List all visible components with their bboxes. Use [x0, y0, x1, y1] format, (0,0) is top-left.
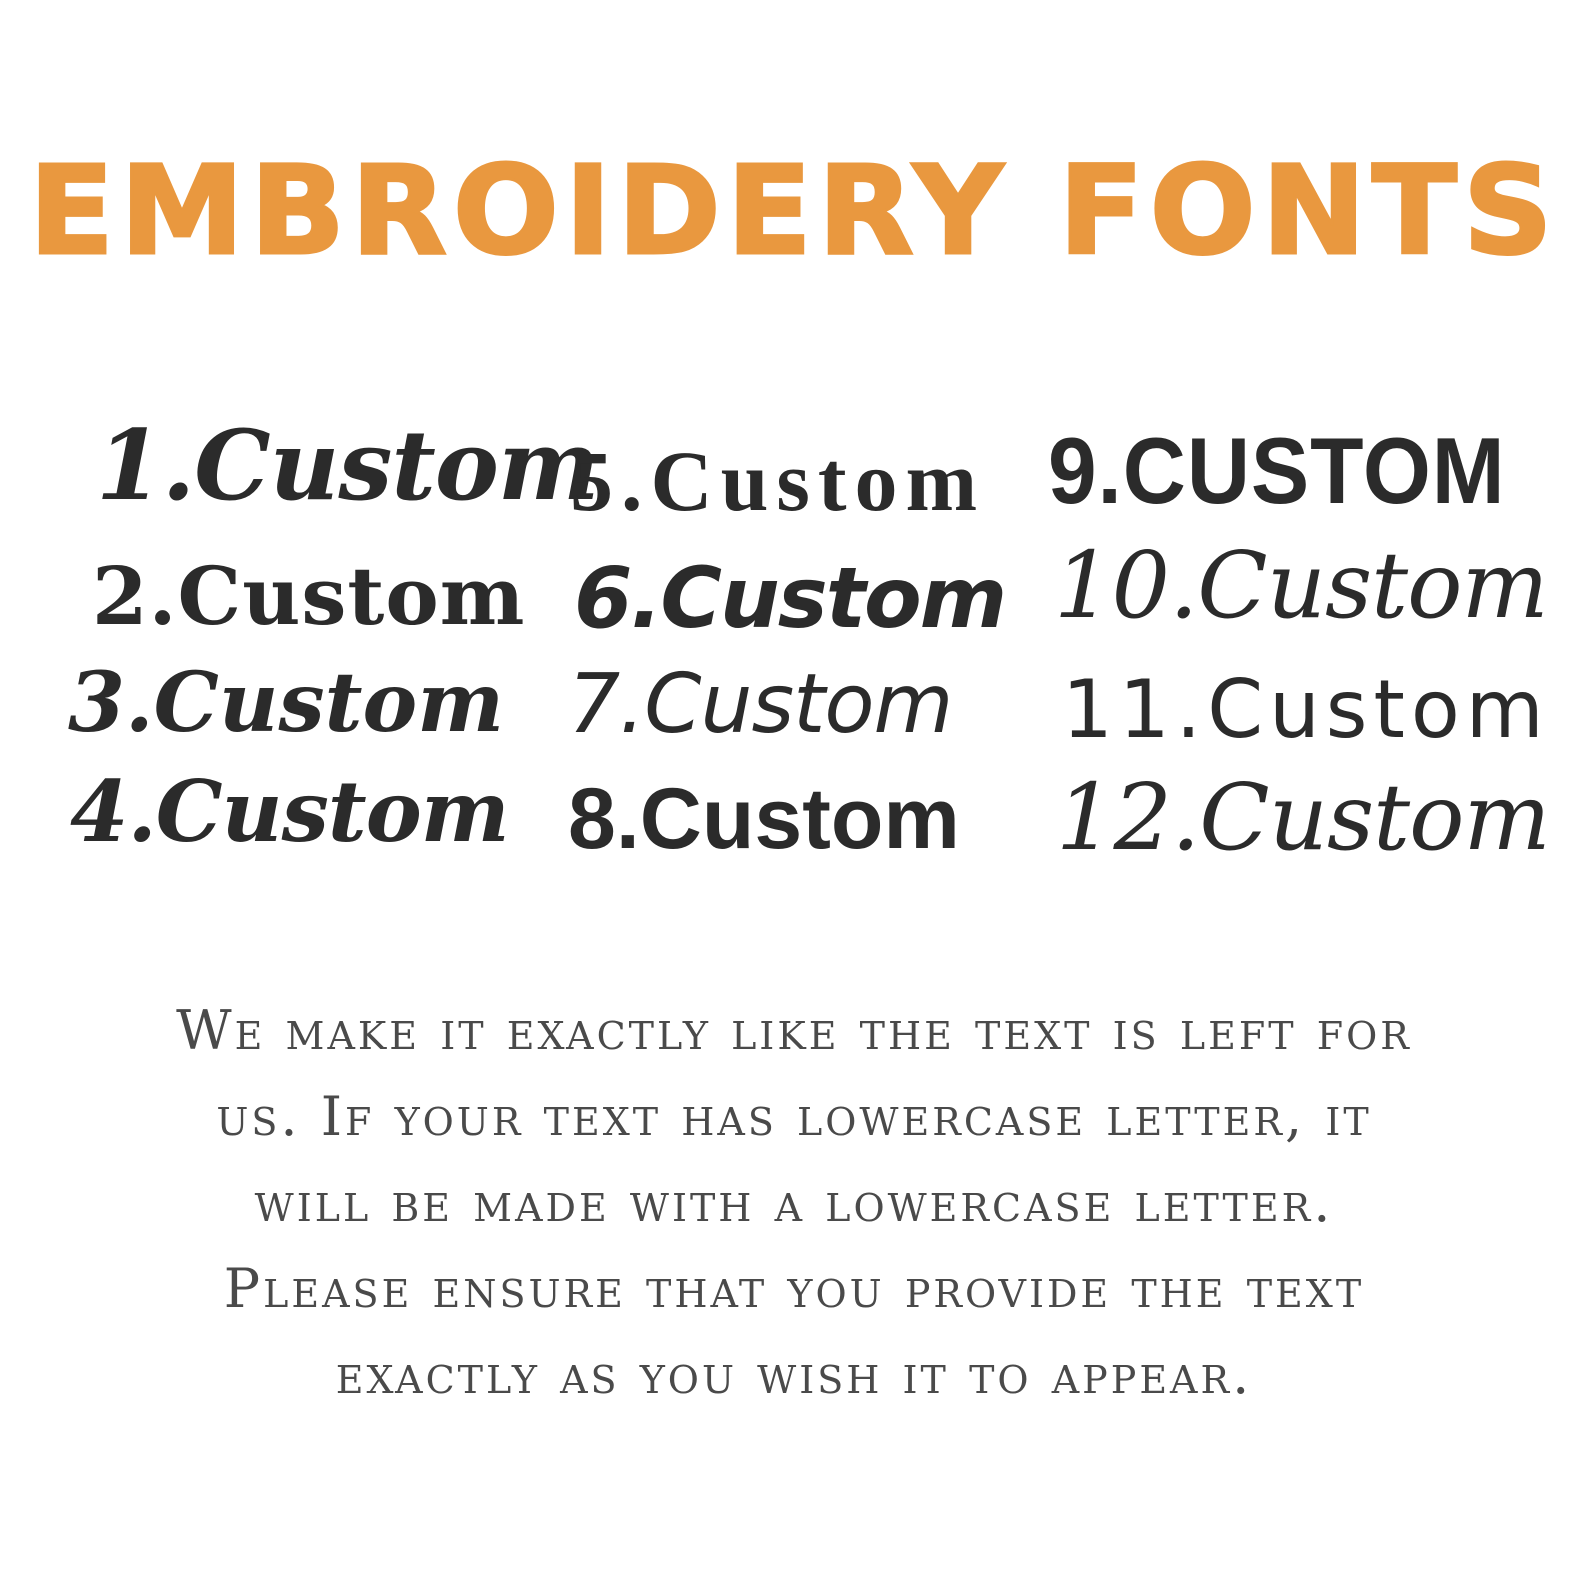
font-sample-11: 11.Custom — [1062, 663, 1550, 756]
font-sample-4: 4.Custom — [70, 762, 510, 861]
font-sample-7: 7.Custom — [568, 657, 953, 752]
notice-line-1: We make it exactly like the text is left… — [176, 999, 1412, 1062]
title-text: EMBROIDERY FONTS — [28, 140, 1559, 282]
font-sample-5: 5.Custom — [570, 433, 986, 529]
notice-line-2: us. If your text has lowercase letter, i… — [216, 1085, 1372, 1148]
page-title: EMBROIDERY FONTS — [0, 140, 1588, 282]
font-sample-8: 8.Custom — [568, 771, 960, 867]
notice-line-3: will be made with a lowercase letter. — [254, 1171, 1334, 1234]
font-sample-1: 1.Custom — [96, 409, 599, 522]
font-sample-3: 3.Custom — [68, 655, 504, 751]
font-sample-10: 10.Custom — [1054, 532, 1549, 639]
font-guide-graphic: EMBROIDERY FONTS 1.Custom 2.Custom 3.Cus… — [0, 0, 1588, 1588]
notice-line-4: Please ensure that you provide the text — [223, 1257, 1365, 1320]
notice-text-block: We make it exactly like the text is left… — [114, 988, 1474, 1418]
notice-line-5: exactly as you wish it to appear. — [335, 1343, 1253, 1406]
font-sample-6: 6.Custom — [574, 549, 1007, 647]
font-sample-2: 2.Custom — [92, 549, 526, 643]
font-sample-12: 12.Custom — [1056, 764, 1551, 871]
font-sample-9: 9.CUSTOM — [1048, 418, 1506, 523]
